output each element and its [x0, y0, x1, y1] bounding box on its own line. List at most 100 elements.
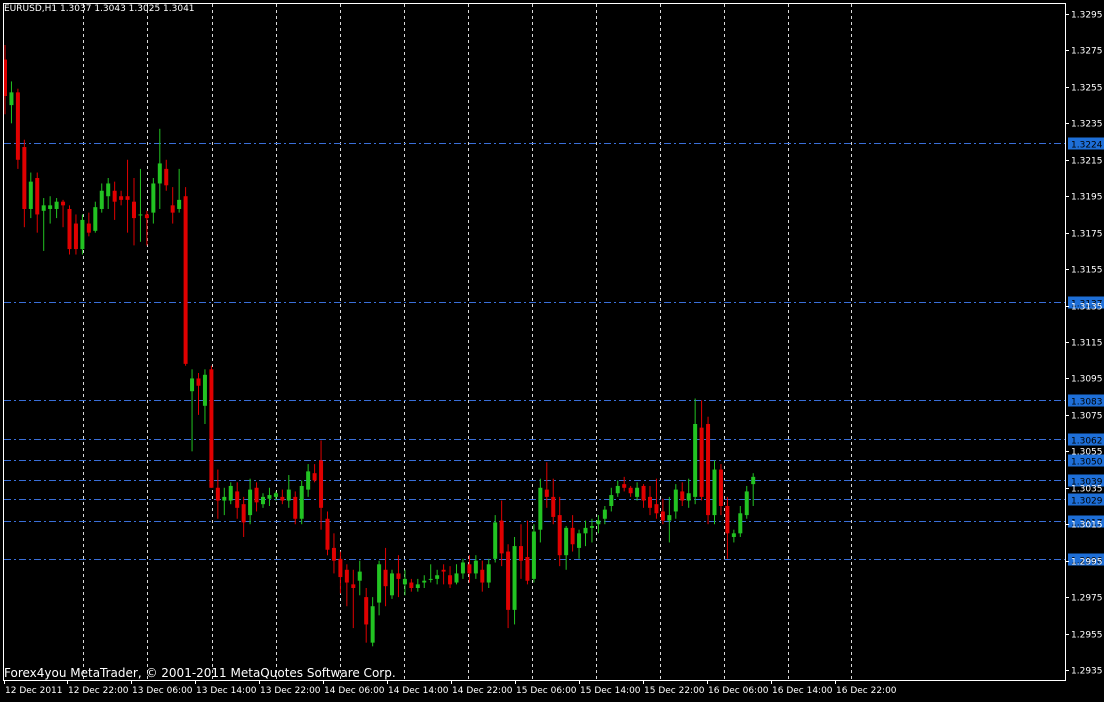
candle-body [54, 201, 59, 209]
time-tick-label: 16 Dec 22:00 [836, 686, 897, 696]
candle-body [402, 578, 407, 585]
candle-body [312, 473, 317, 481]
candle [209, 365, 214, 488]
time-tick-label: 14 Dec 22:00 [452, 686, 513, 696]
price-tick-label: 1.3075 [1071, 412, 1103, 422]
candle-body [299, 485, 304, 519]
candle-body [377, 564, 382, 603]
candle-body [338, 558, 343, 578]
candle-body [473, 560, 478, 574]
candle-body [164, 168, 169, 186]
price-tick-label: 1.3055 [1071, 448, 1103, 458]
price-tick-label: 1.3095 [1071, 375, 1103, 385]
candle-body [80, 219, 85, 250]
time-tick-label: 14 Dec 06:00 [324, 686, 385, 696]
candle-body [460, 562, 465, 574]
candle-body [615, 485, 620, 494]
candle-body [144, 214, 149, 219]
candle-body [448, 575, 453, 585]
price-tick-label: 1.3235 [1071, 120, 1103, 130]
candle-body [325, 518, 330, 550]
time-tick-label: 16 Dec 06:00 [708, 686, 769, 696]
candle-body [602, 509, 607, 519]
candle-body [267, 495, 272, 499]
price-tick-label: 1.2935 [1071, 667, 1103, 677]
candle-body [254, 487, 259, 503]
candle-body [132, 201, 136, 219]
candle-body [544, 489, 549, 497]
price-chart[interactable]: 1.3224 1.3137 1.3083 1.3062 1.3050 1.3039 1.30… [0, 0, 1104, 698]
candle-body [551, 496, 556, 517]
candle-body [609, 495, 614, 506]
candle-body [422, 580, 427, 583]
level-price-tag-label: 1.3224 [1071, 141, 1103, 151]
price-tick-label: 1.2995 [1071, 558, 1103, 568]
candle-body [641, 485, 646, 501]
candle-body [41, 205, 46, 211]
price-tick-label: 1.3175 [1071, 230, 1103, 240]
candle-body [364, 597, 369, 625]
time-tick-label: 15 Dec 22:00 [644, 686, 705, 696]
candle-body [86, 223, 91, 233]
candle-body [235, 491, 240, 508]
chart-background [0, 0, 1104, 698]
candle-body [557, 515, 562, 556]
candle-body [744, 491, 749, 516]
candle-body [738, 513, 743, 534]
chart-canvas[interactable]: 1.32241.31371.30831.30621.30501.30391.30… [0, 0, 1104, 698]
candle-body [22, 147, 27, 209]
candle-body [280, 496, 285, 501]
time-tick-label: 16 Dec 14:00 [772, 686, 833, 696]
candle-body [660, 511, 665, 521]
candle-body [673, 489, 678, 512]
candle-body [751, 476, 756, 485]
candle-body [248, 489, 253, 516]
candle-body [725, 506, 730, 534]
price-tick-label: 1.3195 [1071, 193, 1103, 203]
price-tick-label: 1.2975 [1071, 594, 1103, 604]
candle-body [15, 92, 20, 160]
candle-body [628, 487, 633, 494]
time-tick-label: 12 Dec 22:00 [68, 686, 129, 696]
candle-body [454, 573, 459, 583]
candle-body [635, 487, 640, 497]
candle-body [306, 471, 311, 490]
candle-body [61, 201, 66, 206]
candle-body [706, 424, 711, 516]
time-tick-label: 15 Dec 14:00 [580, 686, 641, 696]
candle-body [73, 223, 78, 250]
candle-body [648, 496, 652, 508]
candle [80, 214, 85, 255]
candle-body [506, 551, 511, 610]
price-tick-label: 1.3215 [1071, 157, 1103, 167]
price-tick-label: 1.3155 [1071, 266, 1103, 276]
candle-body [538, 487, 543, 530]
candle-body [28, 181, 33, 209]
candle-body [512, 546, 517, 610]
time-tick-label: 15 Dec 06:00 [516, 686, 577, 696]
candle-body [202, 374, 207, 406]
candle-body [525, 557, 530, 581]
candle-body [196, 378, 201, 386]
price-tick-label: 1.3015 [1071, 521, 1103, 531]
candle-body [712, 469, 717, 516]
time-tick-label: 12 Dec 2011 [5, 686, 63, 696]
candle-body [622, 484, 627, 488]
candle-body [480, 569, 485, 583]
candle-body [344, 569, 349, 583]
candle-body [112, 190, 117, 202]
candle-body [699, 427, 704, 497]
time-tick-label: 13 Dec 22:00 [260, 686, 321, 696]
candle-body [390, 573, 394, 596]
candle-body [564, 527, 569, 556]
candle-body [228, 485, 233, 501]
price-tick-label: 1.3255 [1071, 84, 1103, 94]
candle [712, 460, 717, 525]
candle-body [106, 183, 111, 197]
candle-body [222, 496, 227, 501]
candle-body [686, 493, 691, 501]
candle [15, 88, 20, 169]
price-tick-label: 1.3295 [1071, 11, 1103, 21]
candle-body [654, 504, 659, 514]
candle-body [409, 582, 414, 588]
